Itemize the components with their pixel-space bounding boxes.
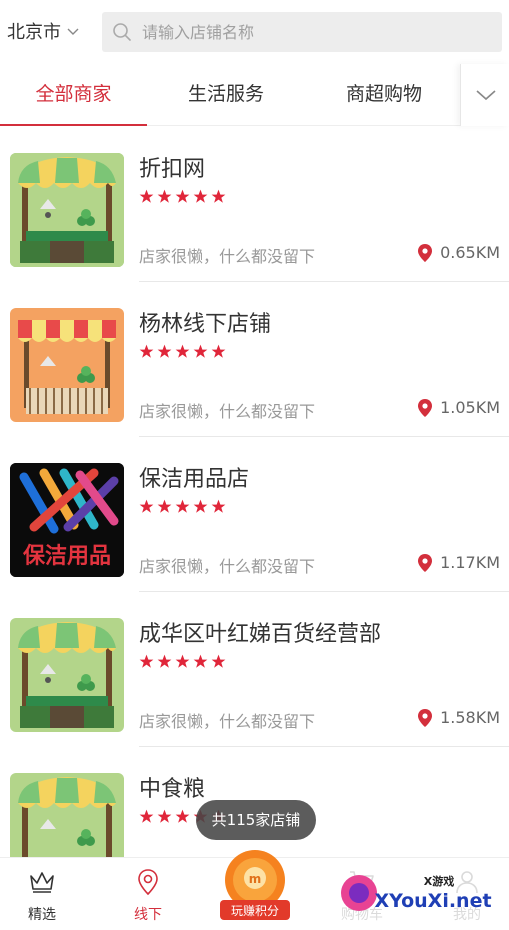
shop-name: 折扣网 [139, 157, 206, 182]
shop-description: 店家很懒，什么都没留下 [139, 402, 316, 421]
star-icon [139, 344, 154, 358]
shop-stall-icon [10, 618, 124, 732]
shop-list-item[interactable]: 折扣网 店家很懒，什么都没留下 0.65KM [0, 127, 509, 282]
star-icon [175, 499, 190, 513]
distance-value: 1.17KM [440, 553, 500, 572]
star-icon [193, 654, 208, 668]
shop-name: 中食粮 [139, 777, 206, 802]
star-icon [175, 809, 190, 823]
star-icon [193, 189, 208, 203]
shop-name: 成华区叶红娣百货经营部 [139, 622, 382, 647]
tab-all-merchants[interactable]: 全部商家 [0, 64, 147, 126]
tab-life-services[interactable]: 生活服务 [152, 64, 300, 126]
shop-stall-icon [10, 153, 124, 267]
top-bar: 北京市 [0, 0, 509, 64]
nav-label: 精选 [28, 907, 56, 923]
star-icon [139, 499, 154, 513]
shop-distance: 0.65KM [418, 243, 500, 262]
shop-distance: 1.58KM [418, 708, 500, 727]
shop-stall-orange-icon [10, 308, 124, 422]
nav-label: 线下 [134, 907, 162, 923]
shop-list-item[interactable]: 保洁用品 保洁用品店 店家很懒，什么都没留下 1.17KM [0, 437, 509, 592]
star-icon [211, 189, 226, 203]
watermark-brand: XYouXi.net [374, 890, 491, 912]
shop-description: 店家很懒，什么都没留下 [139, 247, 316, 266]
distance-value: 1.05KM [440, 398, 500, 417]
location-pin-icon [418, 243, 433, 262]
shop-distance: 1.17KM [418, 553, 500, 572]
shop-description: 店家很懒，什么都没留下 [139, 712, 316, 731]
search-input[interactable] [142, 18, 492, 46]
location-pin-icon [418, 398, 433, 417]
star-icon [175, 189, 190, 203]
distance-value: 1.58KM [440, 708, 500, 727]
shop-list-item[interactable]: 成华区叶红娣百货经营部 店家很懒，什么都没留下 1.58KM [0, 592, 509, 747]
star-icon [157, 809, 172, 823]
rating-stars [139, 654, 226, 669]
star-icon [193, 499, 208, 513]
city-label: 北京市 [7, 22, 61, 43]
star-icon [157, 654, 172, 668]
shop-count-toast: 共115家店铺 [196, 800, 316, 840]
site-watermark: X游戏 XYouXi.net [335, 867, 505, 921]
star-icon [211, 499, 226, 513]
search-icon [113, 23, 131, 41]
cleaning-brand-logo: 保洁用品 [10, 463, 124, 577]
rating-stars [139, 344, 226, 359]
star-icon [139, 189, 154, 203]
city-selector[interactable]: 北京市 [7, 18, 79, 44]
coin-icon: m 玩赚积分 [220, 850, 290, 920]
shop-distance: 1.05KM [418, 398, 500, 417]
chevron-down-icon [476, 90, 496, 101]
star-icon [157, 189, 172, 203]
star-icon [211, 654, 226, 668]
star-icon [175, 344, 190, 358]
tabs-expand-button[interactable] [460, 64, 509, 126]
rating-stars [139, 499, 226, 514]
star-icon [193, 344, 208, 358]
chevron-down-icon [67, 28, 79, 35]
star-icon [157, 344, 172, 358]
star-icon [175, 654, 190, 668]
shop-stall-icon [10, 773, 124, 857]
star-icon [157, 499, 172, 513]
shop-list: 折扣网 店家很懒，什么都没留下 0.65KM 杨林线下店铺 店家很懒，什么都没留… [0, 127, 509, 857]
star-icon [211, 344, 226, 358]
tab-supermarket-shopping[interactable]: 商超购物 [308, 64, 460, 126]
svg-text:m: m [249, 872, 262, 886]
star-icon [139, 654, 154, 668]
watermark-tag: X游戏 [424, 874, 454, 888]
search-box[interactable] [102, 12, 502, 52]
nav-item-earn-points[interactable]: m 玩赚积分 [218, 848, 292, 926]
shop-name: 保洁用品店 [139, 467, 250, 492]
shop-list-item[interactable]: 杨林线下店铺 店家很懒，什么都没留下 1.05KM [0, 282, 509, 437]
brand-logo-text: 保洁用品 [22, 544, 111, 569]
shop-name: 杨林线下店铺 [139, 312, 272, 337]
crown-icon [30, 872, 54, 893]
rating-stars [139, 189, 226, 204]
star-icon [139, 809, 154, 823]
nav-label: 玩赚积分 [231, 903, 279, 918]
shop-description: 店家很懒，什么都没留下 [139, 557, 316, 576]
nav-item-featured[interactable]: 精选 [0, 858, 84, 926]
nav-item-offline[interactable]: 线下 [106, 858, 190, 926]
location-pin-icon [418, 708, 433, 727]
distance-value: 0.65KM [440, 243, 500, 262]
category-tabs: 全部商家 生活服务 商超购物 [0, 64, 509, 126]
location-pin-icon [418, 553, 433, 572]
location-pin-icon [138, 869, 158, 896]
